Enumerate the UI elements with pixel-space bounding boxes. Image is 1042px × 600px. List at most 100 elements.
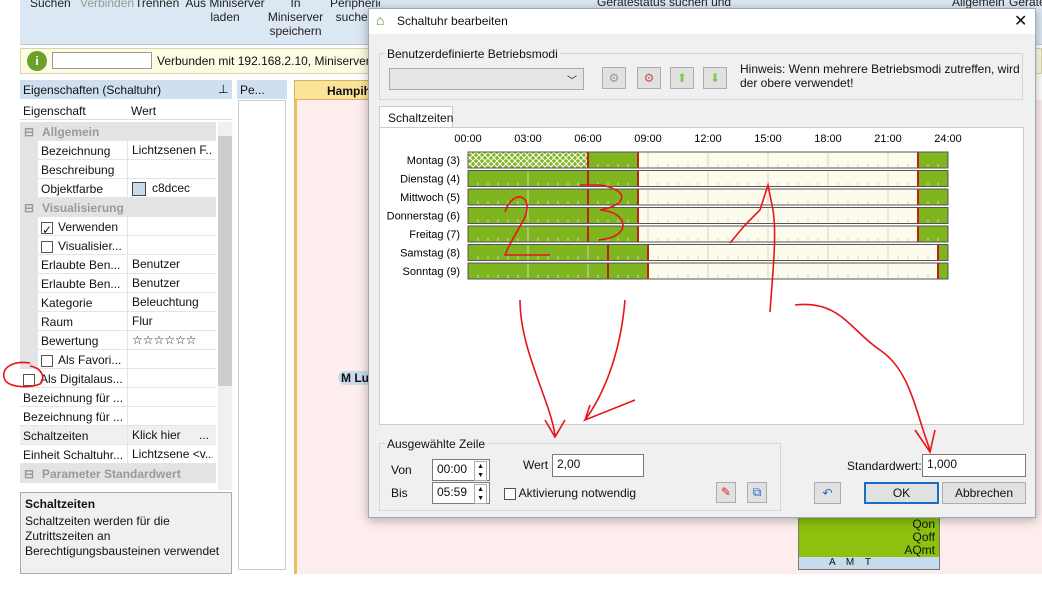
clock-delete-icon: ⚙ xyxy=(643,71,655,85)
property-category[interactable]: ⊟ Visualisierung xyxy=(20,198,216,217)
tab-schaltzeiten[interactable]: Schaltzeiten xyxy=(379,106,453,128)
checkbox[interactable] xyxy=(41,354,53,367)
move-up-button[interactable]: ⬆ xyxy=(670,67,694,89)
property-row[interactable]: Visualisier... xyxy=(20,236,216,255)
property-row[interactable]: Bezeichnung Lichtzsenen F... xyxy=(20,141,216,160)
move-down-button[interactable]: ⬇ xyxy=(703,67,727,89)
property-value[interactable] xyxy=(127,160,213,179)
canvas-label[interactable]: M Lu xyxy=(338,371,373,385)
property-label: Kategorie xyxy=(41,296,93,310)
info-search-input[interactable] xyxy=(52,52,152,69)
undo-button[interactable]: ↶ xyxy=(814,482,841,504)
property-label: Bezeichnung für ... xyxy=(23,391,123,405)
property-category[interactable]: ⊟ Parameter Standardwert xyxy=(20,464,216,483)
aktivierung-checkbox[interactable]: Aktivierung notwendig xyxy=(504,486,636,500)
collapse-icon[interactable]: ⊟ xyxy=(24,201,34,215)
save-to-miniserver-button[interactable]: In Miniserver speichern xyxy=(263,0,328,38)
search-button[interactable]: Suchen xyxy=(30,0,71,10)
active-segment[interactable] xyxy=(938,263,948,279)
property-value[interactable] xyxy=(127,236,213,255)
disconnect-button[interactable]: Trennen xyxy=(135,0,179,10)
property-category[interactable]: ⊟ Allgemein xyxy=(20,122,216,141)
standardwert-input[interactable]: 1,000 xyxy=(922,454,1026,477)
property-label: ✓ Verwenden xyxy=(41,220,119,234)
property-value[interactable]: Benutzer xyxy=(127,274,213,293)
close-icon[interactable]: ✕ xyxy=(1014,11,1027,31)
output-aqmt[interactable]: AQmt xyxy=(904,544,935,557)
active-segment[interactable] xyxy=(588,226,638,242)
checkbox[interactable]: ✓ xyxy=(41,221,53,234)
property-value[interactable] xyxy=(127,217,213,236)
property-row[interactable]: Einheit Schaltuhr... Lichtzsene <v... xyxy=(20,445,216,464)
properties-scrollbar[interactable] xyxy=(218,122,232,490)
delete-mode-button[interactable]: ⚙ xyxy=(637,67,661,89)
hint-text: Hinweis: Wenn mehrere Betriebsmodi zutre… xyxy=(740,62,1020,90)
active-segment[interactable] xyxy=(918,170,948,187)
active-segment[interactable] xyxy=(588,207,638,224)
property-row[interactable]: ✓ Verwenden xyxy=(20,217,216,236)
connect-button[interactable]: Verbinden xyxy=(80,0,134,10)
cancel-button[interactable]: Abbrechen xyxy=(942,482,1026,504)
load-from-miniserver-button[interactable]: Aus Miniserver laden xyxy=(185,0,265,24)
wert-input[interactable]: 2,00 xyxy=(552,454,644,477)
von-label: Von xyxy=(391,463,412,477)
properties-header: Eigenschaft Wert xyxy=(20,100,232,120)
property-row[interactable]: Kategorie Beleuchtung xyxy=(20,293,216,312)
property-row[interactable]: Bewertung ☆☆☆☆☆☆ xyxy=(20,331,216,350)
copy-button[interactable]: ⧉ xyxy=(747,482,767,503)
modes-select[interactable]: ﹀ xyxy=(389,68,584,90)
active-segment[interactable] xyxy=(918,152,948,168)
bis-input[interactable]: 05:59 ▲ ▼ xyxy=(432,482,490,504)
help-panel: Schaltzeiten Schaltzeiten werden für die… xyxy=(20,492,232,574)
property-value[interactable]: Lichtzsenen F... xyxy=(127,141,213,160)
active-segment[interactable] xyxy=(588,189,638,205)
inactive-segment[interactable] xyxy=(648,263,938,279)
bis-spinner: ▲ ▼ xyxy=(474,484,487,504)
property-value[interactable]: Lichtzsene <v... xyxy=(127,445,213,464)
periphery-tree[interactable] xyxy=(238,100,286,570)
property-row[interactable]: Schaltzeiten Klick hier... xyxy=(20,426,216,445)
property-row[interactable]: Objektfarbe c8dcec xyxy=(20,179,216,198)
property-value[interactable] xyxy=(127,369,213,388)
property-value[interactable]: ☆☆☆☆☆☆ xyxy=(127,331,213,350)
collapse-icon[interactable]: ⊟ xyxy=(24,125,34,139)
checkbox[interactable] xyxy=(41,240,53,253)
active-segment[interactable] xyxy=(918,226,948,242)
checkbox[interactable] xyxy=(23,373,35,386)
property-label: Als Digitalaus... xyxy=(23,372,123,386)
property-row[interactable]: Als Digitalaus... xyxy=(20,369,216,388)
property-row[interactable]: Erlaubte Ben... Benutzer xyxy=(20,255,216,274)
active-segment[interactable] xyxy=(938,244,948,261)
collapse-icon[interactable]: ⊟ xyxy=(24,467,34,481)
property-row[interactable]: Als Favori... xyxy=(20,350,216,369)
pin-icon[interactable]: ⊥ xyxy=(218,82,228,96)
property-value[interactable]: Flur xyxy=(127,312,213,331)
active-segment[interactable] xyxy=(918,189,948,205)
eraser-button[interactable]: ✎ xyxy=(716,482,736,503)
schedule-chart[interactable]: 00:00 03:00 06:00 09:00 12:00 15:00 18:00 21:00… xyxy=(380,128,1025,426)
property-row[interactable]: Erlaubte Ben... Benutzer xyxy=(20,274,216,293)
inactive-segment[interactable] xyxy=(648,244,938,261)
property-value[interactable] xyxy=(127,388,213,407)
ok-button[interactable]: OK xyxy=(864,482,939,504)
property-value[interactable] xyxy=(127,350,213,369)
active-segment[interactable] xyxy=(588,170,638,187)
properties-panel-title: Eigenschaften (Schaltuhr) ⊥ xyxy=(20,80,232,99)
property-value[interactable]: Benutzer xyxy=(127,255,213,274)
property-row[interactable]: Bezeichnung für ... xyxy=(20,388,216,407)
active-segment[interactable] xyxy=(588,152,638,168)
property-value[interactable]: Klick hier... xyxy=(127,426,213,445)
property-value[interactable]: c8dcec xyxy=(127,179,213,198)
property-value[interactable]: Beleuchtung xyxy=(127,293,213,312)
timer-block[interactable]: Qon Qoff AQmt A M T xyxy=(798,518,940,570)
schaltuhr-dialog: ⌂ Schaltuhr bearbeiten ✕ Benutzerdefinie… xyxy=(368,8,1036,518)
property-value[interactable] xyxy=(127,407,213,426)
properties-title: Eigenschaften (Schaltuhr) xyxy=(23,83,162,97)
document-tab[interactable]: Hampih xyxy=(294,80,374,100)
active-segment[interactable] xyxy=(918,207,948,224)
property-row[interactable]: Raum Flur xyxy=(20,312,216,331)
von-input[interactable]: 00:00 ▲ ▼ xyxy=(432,459,490,481)
property-row[interactable]: Beschreibung xyxy=(20,160,216,179)
add-mode-button[interactable]: ⚙ xyxy=(602,67,626,89)
property-row[interactable]: Bezeichnung für ... xyxy=(20,407,216,426)
